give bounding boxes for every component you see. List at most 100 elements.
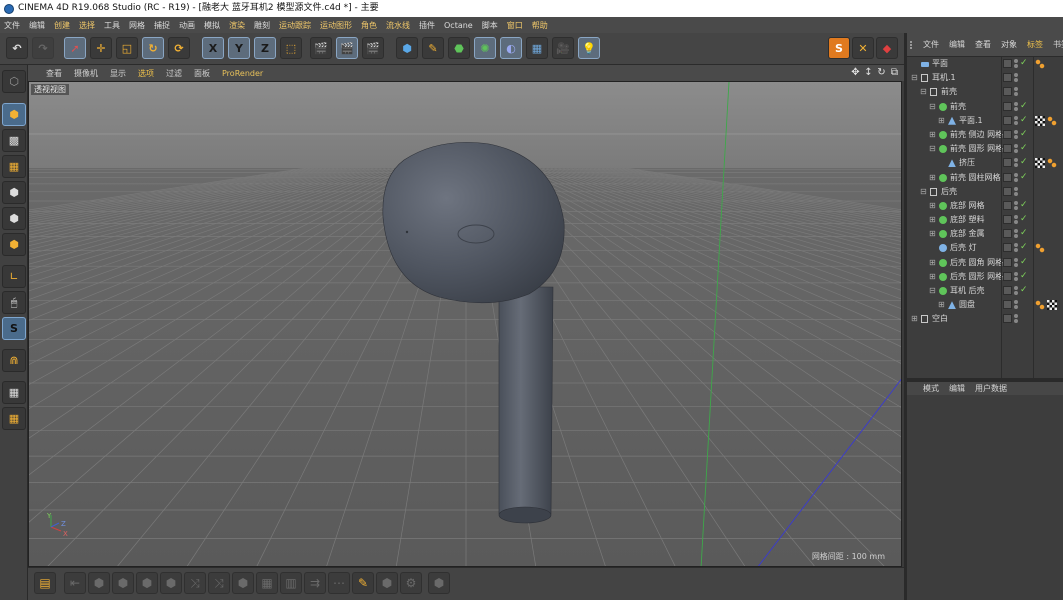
visibility-dots-icon[interactable] (1014, 257, 1018, 267)
layer-box-icon[interactable] (1003, 59, 1012, 68)
viewport-menu-item[interactable]: 查看 (46, 68, 62, 79)
layer-box-icon[interactable] (1003, 101, 1012, 111)
expand-toggle-icon[interactable]: ⊞ (929, 199, 936, 213)
expand-toggle-icon[interactable]: ⊞ (929, 256, 936, 270)
menu-item[interactable]: 动画 (179, 20, 195, 31)
menu-item[interactable]: 流水线 (386, 20, 410, 31)
menu-item[interactable]: 运动图形 (320, 20, 352, 31)
layer-box-icon[interactable] (1003, 129, 1012, 139)
layer-box-icon[interactable] (1003, 271, 1012, 281)
visibility-dots-icon[interactable] (1014, 87, 1018, 97)
edge-mode-button[interactable]: ⬢ (2, 207, 26, 230)
y-axis-button[interactable]: Y (228, 37, 250, 59)
enabled-check-icon[interactable]: ✓ (1020, 286, 1028, 295)
object-manager-menu-item[interactable]: 文件 (923, 39, 939, 50)
menu-item[interactable]: 雕刻 (254, 20, 270, 31)
move-tool-button[interactable]: ✛ (90, 37, 112, 59)
enabled-check-icon[interactable]: ✓ (1020, 229, 1028, 238)
viewport-menu-item[interactable]: ProRender (222, 69, 263, 78)
x-axis-button[interactable]: X (202, 37, 224, 59)
visibility-dots-icon[interactable] (1014, 215, 1018, 225)
pen-spline-button[interactable]: ✎ (422, 37, 444, 59)
visibility-dots-icon[interactable] (1014, 200, 1018, 210)
visibility-dots-icon[interactable] (1014, 115, 1018, 125)
disabled-tool-4-button[interactable]: ⬢ (160, 572, 182, 594)
column-separator[interactable] (1001, 57, 1002, 378)
workplane-mode-button[interactable]: ▦ (2, 155, 26, 178)
zoom-view-icon[interactable]: ↕ (863, 67, 874, 78)
disabled-tool-5-button[interactable]: ⤨ (184, 572, 206, 594)
menu-item[interactable]: 角色 (361, 20, 377, 31)
disabled-tool-2-button[interactable]: ⬢ (112, 572, 134, 594)
point-mode-button[interactable]: ⬢ (2, 181, 26, 204)
make-editable-button[interactable]: ⬡ (2, 70, 26, 93)
material-tag-icon[interactable] (1035, 158, 1045, 169)
disabled-tool-3-button[interactable]: ⬢ (136, 572, 158, 594)
menu-item[interactable]: 网格 (129, 20, 145, 31)
object-manager-menu-item[interactable]: 查看 (975, 39, 991, 50)
layer-box-icon[interactable] (1003, 314, 1012, 324)
model-mode-button[interactable]: ⬢ (2, 103, 26, 126)
visibility-dots-icon[interactable] (1014, 129, 1018, 139)
visibility-dots-icon[interactable] (1014, 172, 1018, 182)
enabled-check-icon[interactable]: ✓ (1020, 257, 1028, 267)
material-tag-icon[interactable] (1047, 300, 1057, 311)
expand-toggle-icon[interactable]: ⊟ (929, 100, 936, 114)
attribute-manager-menu-item[interactable]: 模式 (923, 383, 939, 394)
enabled-check-icon[interactable]: ✓ (1020, 172, 1028, 182)
redo-button[interactable]: ↷ (32, 37, 54, 59)
expand-toggle-icon[interactable]: ⊟ (929, 142, 936, 156)
expand-toggle-icon[interactable]: ⊞ (911, 312, 918, 326)
expand-toggle-icon[interactable]: ⊞ (938, 114, 945, 128)
enabled-check-icon[interactable]: ✓ (1020, 200, 1028, 210)
object-row[interactable]: ⊞ 前壳 圆柱网格 ✓ (907, 171, 1063, 185)
object-manager-menu-item[interactable]: 编辑 (949, 39, 965, 50)
visibility-dots-icon[interactable] (1014, 73, 1018, 83)
visibility-dots-icon[interactable] (1014, 101, 1018, 111)
enabled-check-icon[interactable]: ✓ (1020, 59, 1028, 68)
visibility-dots-icon[interactable] (1014, 271, 1018, 281)
object-row[interactable]: ⊞ 前壳 侧边 网格 ✓ (907, 128, 1063, 142)
object-manager-menu-item[interactable]: 对象 (1001, 39, 1017, 50)
planar-workplane-button[interactable]: ▦ (2, 407, 26, 430)
disabled-tool-11-button[interactable]: ⋯ (328, 572, 350, 594)
enabled-check-icon[interactable]: ✓ (1020, 129, 1028, 139)
layer-box-icon[interactable] (1003, 115, 1012, 125)
object-row[interactable]: ⊟ 耳机.1 (907, 71, 1063, 85)
visibility-dots-icon[interactable] (1014, 243, 1018, 253)
grip-icon[interactable] (910, 41, 916, 49)
object-row[interactable]: 平面 ✓ (907, 57, 1063, 71)
magnet-button[interactable]: ⋒ (2, 349, 26, 372)
phong-tag-icon[interactable] (1047, 115, 1057, 126)
rotate-tool-button[interactable]: ↻ (142, 37, 164, 59)
render-settings-button[interactable]: 🎬 (362, 37, 384, 59)
visibility-dots-icon[interactable] (1014, 144, 1018, 154)
enabled-check-icon[interactable]: ✓ (1020, 101, 1028, 111)
expand-toggle-icon[interactable]: ⊞ (938, 298, 945, 312)
expand-toggle-icon[interactable]: ⊟ (911, 71, 918, 85)
render-to-picture-viewer-button[interactable]: 🎬 (336, 37, 358, 59)
layer-box-icon[interactable] (1003, 87, 1012, 97)
lock-workplane-button[interactable]: ▦ (2, 381, 26, 404)
enabled-check-icon[interactable]: ✓ (1020, 243, 1028, 252)
material-tag-icon[interactable] (1035, 115, 1045, 126)
menu-item[interactable]: 工具 (104, 20, 120, 31)
layer-box-icon[interactable] (1003, 186, 1012, 196)
layer-box-icon[interactable] (1003, 257, 1012, 267)
menu-item[interactable]: 模拟 (204, 20, 220, 31)
viewport-menu-item[interactable]: 过滤 (166, 68, 182, 79)
menu-item[interactable]: Octane (444, 21, 473, 30)
viewport-menu-item[interactable]: 面板 (194, 68, 210, 79)
undo-button[interactable]: ↶ (6, 37, 28, 59)
phong-tag-icon[interactable] (1035, 59, 1045, 69)
object-manager-menu-item[interactable]: 书签 (1053, 39, 1063, 50)
visibility-dots-icon[interactable] (1014, 229, 1018, 239)
snap-button[interactable]: S (2, 317, 26, 340)
phong-tag-icon[interactable] (1035, 300, 1045, 311)
expand-toggle-icon[interactable]: ⊞ (929, 213, 936, 227)
live-selection-button[interactable]: ➚ (64, 37, 86, 59)
deformer-button[interactable]: ◐ (500, 37, 522, 59)
visibility-dots-icon[interactable] (1014, 59, 1018, 68)
object-row[interactable]: ⊞ 底部 金属 ✓ (907, 227, 1063, 241)
viewport-menu-item[interactable]: 显示 (110, 68, 126, 79)
